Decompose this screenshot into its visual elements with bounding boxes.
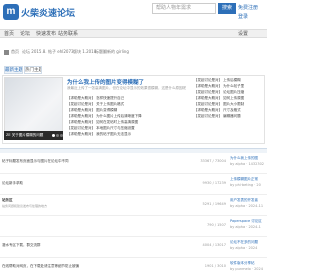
slide-dot[interactable] — [52, 134, 55, 137]
forum-row-last-meta: by punmelo · 2024 — [230, 267, 263, 271]
section-header — [0, 148, 267, 153]
tab-latest[interactable]: 最新主题 — [4, 66, 23, 74]
forum-row-title[interactable]: 灌水专区下载，群交流群 — [2, 243, 122, 248]
featured-link[interactable]: 【求助是大概对】 尺寸及格式 — [194, 108, 264, 113]
featured-link[interactable]: 【求助是大概对】 为什么帖子里 — [194, 84, 264, 89]
nav-item-home[interactable]: 首页 — [4, 30, 14, 37]
forum-row-last-meta: by alpha · 1432302 — [230, 162, 265, 166]
breadcrumb-item[interactable]: 版块 1.2018 — [73, 49, 96, 55]
forum-row-title[interactable]: 站务区 — [2, 198, 122, 203]
featured-link[interactable]: 【发起讨论是对】 论坛图片压缩 — [194, 90, 264, 95]
nav-item-post[interactable]: 快速发布 — [36, 30, 56, 37]
site-logo-text[interactable]: 火柴炎速论坛 — [21, 6, 75, 19]
forum-row-last-title[interactable]: 上传模糊图片正常 — [230, 177, 267, 182]
login-link[interactable]: 登录 — [238, 13, 248, 20]
forum-row-last-title[interactable]: 用户发表的开发者 — [230, 198, 267, 203]
featured-link[interactable]: 【求助是大概对】 为什么图片上传后清晰度下降 — [67, 114, 189, 119]
featured-link[interactable]: 【求助是大概对】 我的帖子图片无法显示 — [67, 132, 189, 137]
nav-item-forum[interactable]: 论坛 — [20, 30, 30, 37]
forum-row-last-meta: by alpha · 2024-11 — [230, 204, 264, 208]
forum-row-last-meta: by alpha · 2024 — [230, 246, 258, 250]
forum-row-last-meta: by phi·beting · 20 — [230, 183, 261, 187]
forum-row-title[interactable]: 在线帮助对网页，在下载处请注意等细节防止被骗 — [2, 264, 152, 269]
logo-icon[interactable]: m — [3, 4, 19, 20]
search-button[interactable]: 搜索 — [218, 3, 236, 14]
featured-link[interactable]: 【发起讨论是对】 本地图片尺寸与压缩设置 — [67, 126, 189, 131]
featured-link[interactable]: 【发起讨论是对】 图片大小限制 — [194, 102, 264, 107]
featured-link[interactable]: 【求助是大概对】 图片变得模糊 — [67, 108, 189, 113]
forum-row-stats: 5291 / 19649 — [202, 202, 226, 206]
featured-desc: 我最近上传了一张高清图片，但在论坛中显示的效果很模糊，这是什么原因呢 — [67, 86, 186, 90]
forum-row-stats: 1901 / 3010 — [204, 264, 226, 268]
forum-row-stats: 790 / 1507 — [207, 223, 226, 227]
featured-link[interactable]: 【求助是大概对】 如何在发帖时上传高清原图 — [67, 120, 189, 125]
breadcrumb-item[interactable]: 帖子 ehl2073 — [48, 49, 74, 55]
nav-item-contact[interactable]: 站务联系 — [58, 30, 78, 37]
nav-settings-link[interactable]: 设置 — [238, 30, 248, 37]
forum-row-last-meta: by alpha · 2024-1 — [230, 225, 261, 229]
register-link[interactable]: 免费注册 — [238, 4, 258, 11]
forum-row-subtitle: 站务问题和建议发布与处理的地方 — [2, 204, 48, 208]
featured-link[interactable]: 【发起讨论是对】 关于上传图片格式 — [67, 102, 189, 107]
forum-row[interactable] — [0, 238, 267, 258]
home-icon[interactable] — [4, 50, 9, 55]
featured-link[interactable]: 【求助是大概对】 如何上传原图 — [194, 96, 264, 101]
breadcrumb-item[interactable]: 标题翻新的 girling — [95, 49, 129, 55]
breadcrumb-item[interactable]: 论坛 2015.8. — [22, 49, 47, 55]
featured-link[interactable]: 【发起讨论是对】 上传后模糊 — [194, 78, 264, 83]
forum-row-last-title[interactable]: 论坛不在多的问题 — [230, 240, 267, 245]
featured-image-caption: ZE 关于图片模糊的问题 — [6, 133, 44, 137]
breadcrumb-item[interactable]: 首页 — [11, 49, 19, 55]
forum-row-title[interactable]: 论坛新手求助 — [2, 181, 122, 186]
forum-row-title[interactable]: 帖子标题发布页面显示与图片在论坛中不同 — [2, 159, 122, 164]
slide-dot[interactable] — [60, 134, 63, 137]
featured-link[interactable]: 【发起讨论是对】 编辑器问题 — [194, 114, 264, 119]
tab-hot[interactable]: 热门主题 — [24, 66, 42, 74]
featured-title[interactable]: 为什么我上传的图片变得模糊了 — [67, 78, 191, 86]
forum-row-last-title[interactable]: 软件版本分享帖 — [230, 261, 267, 266]
slide-dot[interactable] — [56, 134, 59, 137]
forum-row-last-title[interactable]: 为什么我上传的图 — [230, 156, 267, 161]
forum-row-stats: 33367 / 73004 — [200, 159, 226, 163]
forum-row-stats: 9930 / 17239 — [202, 181, 226, 185]
search-input[interactable]: 帮助人物年需求 — [152, 3, 216, 14]
forum-row-stats: 4004 / 13017 — [202, 243, 226, 247]
forum-row[interactable] — [0, 154, 267, 174]
forum-row[interactable] — [0, 217, 267, 237]
forum-row-last-title[interactable]: Paperspace 讨论区 — [230, 219, 267, 224]
featured-link[interactable]: 【求助是大概对】 怎样快速提升自己 — [67, 96, 189, 101]
